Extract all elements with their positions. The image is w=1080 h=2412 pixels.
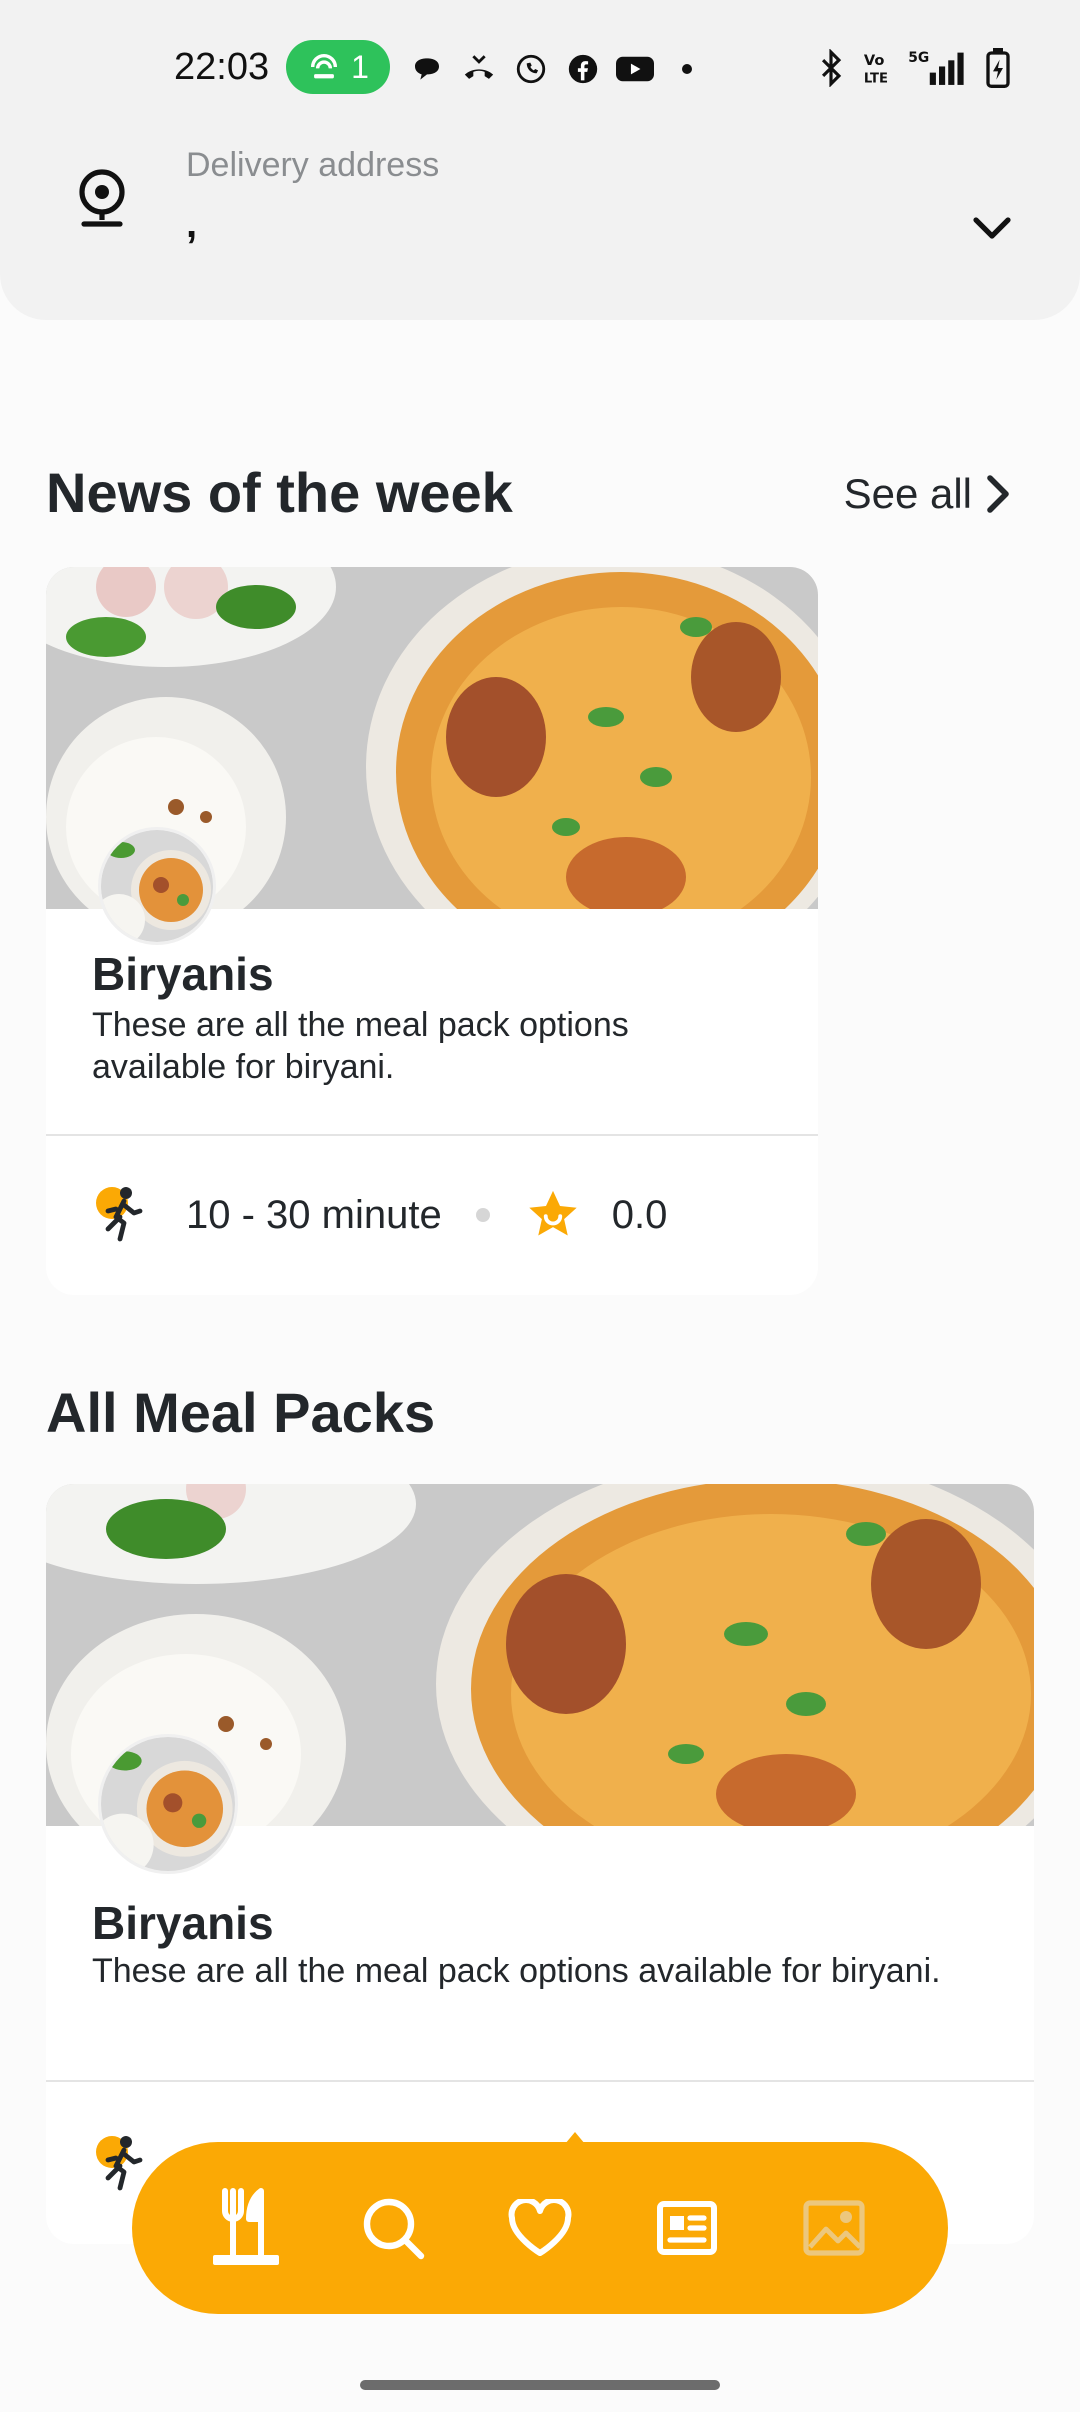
more-notifications-icon xyxy=(668,50,706,88)
status-bar: 22:03 1 Vo LTE 5G xyxy=(0,40,1080,100)
hotspot-indicator: 1 xyxy=(286,40,390,94)
screen: 22:03 1 Vo LTE 5G Delivery address , New… xyxy=(0,0,1080,2412)
hotspot-count: 1 xyxy=(351,48,369,85)
card-divider xyxy=(46,1134,818,1136)
meal-packs-section-title: All Meal Packs xyxy=(46,1381,436,1444)
whatsapp-icon xyxy=(512,50,550,88)
chevron-right-icon xyxy=(987,475,1009,513)
svg-text:Vo: Vo xyxy=(864,52,885,69)
card-meta xyxy=(92,2132,148,2196)
card-meta: 10 - 30 minute 0.0 xyxy=(92,1183,667,1247)
biryani-thumbnail xyxy=(98,827,216,945)
restaurant-icon xyxy=(212,2188,279,2265)
delivery-runner-icon xyxy=(92,1183,148,1247)
hotspot-icon xyxy=(311,54,338,79)
star-icon xyxy=(524,1186,582,1244)
status-time: 22:03 xyxy=(174,46,270,88)
nav-news[interactable] xyxy=(637,2178,737,2278)
nav-favorites[interactable] xyxy=(490,2178,590,2278)
address-value: , xyxy=(186,202,198,246)
delivery-address-selector[interactable]: Delivery address , xyxy=(0,140,1080,260)
card-divider xyxy=(46,2080,1034,2082)
signal-5g-icon: 5G xyxy=(908,48,970,93)
home-indicator[interactable] xyxy=(360,2380,720,2390)
header-panel: 22:03 1 Vo LTE 5G Delivery address , xyxy=(0,0,1080,320)
card-title: Biryanis xyxy=(92,948,274,1000)
news-card-biryanis[interactable]: Biryanis These are all the meal pack opt… xyxy=(46,567,818,1295)
separator-dot xyxy=(475,1208,490,1222)
delivery-runner-icon xyxy=(92,2132,148,2196)
bottom-navigation xyxy=(132,2142,948,2314)
chevron-down-icon[interactable] xyxy=(964,200,1020,256)
system-icons: Vo LTE 5G xyxy=(816,48,1010,93)
facebook-icon xyxy=(564,50,602,88)
battery-charging-icon xyxy=(986,48,1010,93)
nav-gallery[interactable] xyxy=(784,2178,884,2278)
card-description: These are all the meal pack options avai… xyxy=(92,1952,941,1990)
delivery-time: 10 - 30 minute xyxy=(186,1192,442,1237)
card-title: Biryanis xyxy=(92,1897,274,1949)
see-all-link[interactable]: See all xyxy=(844,470,1010,518)
location-pin-icon xyxy=(62,158,142,238)
gallery-icon xyxy=(803,2200,865,2256)
rating-value: 0.0 xyxy=(611,1192,668,1237)
chat-bubble-icon xyxy=(408,50,446,88)
notification-icons xyxy=(408,50,706,88)
card-description: These are all the meal pack options avai… xyxy=(92,1006,629,1086)
heart-icon xyxy=(508,2199,572,2256)
nav-restaurant[interactable] xyxy=(196,2178,296,2278)
news-icon xyxy=(657,2201,718,2255)
svg-text:5G: 5G xyxy=(908,50,929,66)
biryani-thumbnail xyxy=(98,1734,238,1874)
volte-icon: Vo LTE xyxy=(862,49,892,92)
missed-call-icon xyxy=(460,50,498,88)
see-all-label: See all xyxy=(843,470,972,517)
search-icon xyxy=(363,2198,424,2260)
nav-search[interactable] xyxy=(343,2178,443,2278)
bluetooth-icon xyxy=(816,48,846,92)
address-label: Delivery address xyxy=(186,146,440,184)
svg-text:LTE: LTE xyxy=(864,72,888,87)
youtube-icon xyxy=(616,50,654,88)
meal-pack-card-biryanis[interactable]: Biryanis These are all the meal pack opt… xyxy=(46,1484,1034,2244)
news-section-title: News of the week xyxy=(46,461,513,524)
